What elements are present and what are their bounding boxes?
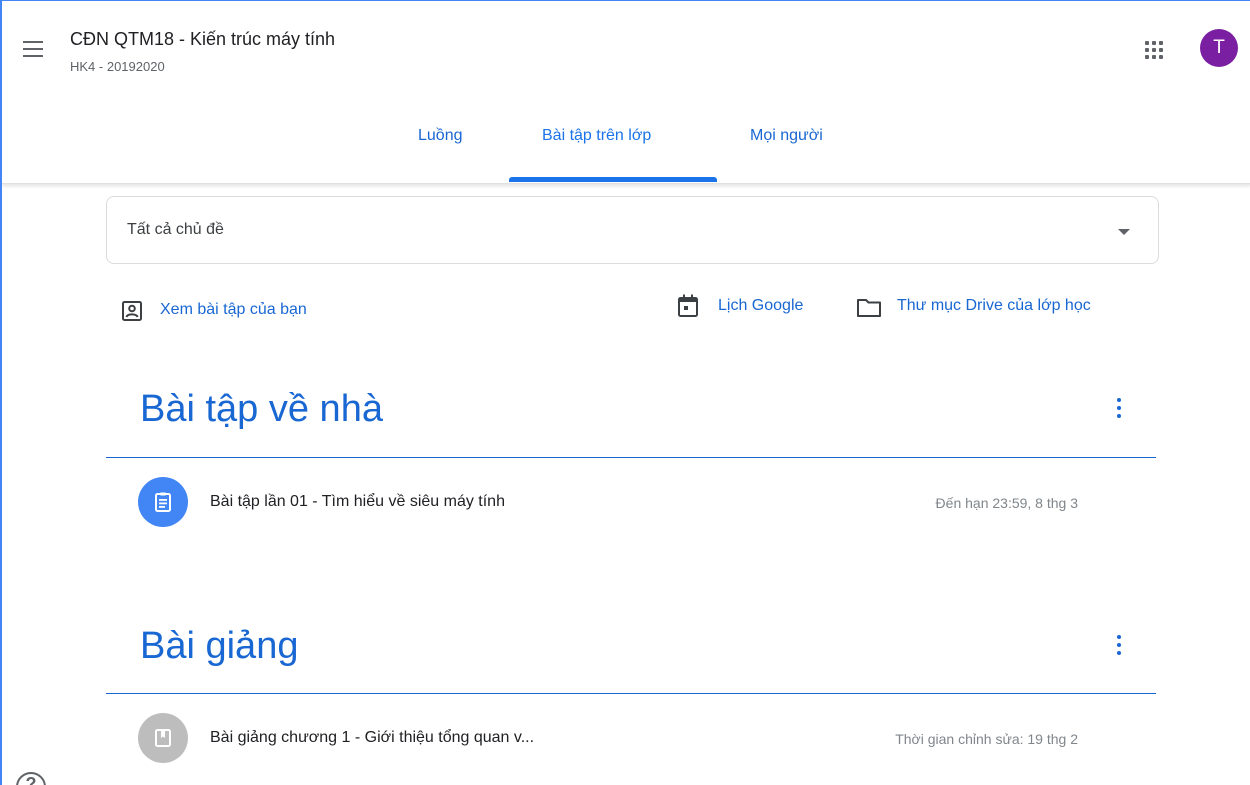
topic-title-homework: Bài tập về nhà: [140, 388, 383, 430]
topic-filter-select[interactable]: Tất cả chủ đề: [106, 196, 1159, 264]
tab-classwork[interactable]: Bài tập trên lớp: [542, 127, 651, 145]
google-apps-icon[interactable]: [1140, 36, 1170, 66]
dropdown-arrow-icon: [1118, 229, 1130, 235]
topic-title-lectures: Bài giảng: [140, 625, 299, 667]
classwork-item[interactable]: Bài tập lần 01 - Tìm hiểu về siêu máy tí…: [106, 469, 1156, 533]
classwork-item[interactable]: Bài giảng chương 1 - Giới thiệu tổng qua…: [106, 705, 1156, 769]
main-menu-icon[interactable]: [14, 31, 50, 67]
account-avatar[interactable]: T: [1200, 29, 1238, 67]
calendar-icon[interactable]: [676, 293, 700, 319]
topic-more-options-icon[interactable]: [1107, 631, 1131, 661]
class-tabs: Luồng Bài tập trên lớp Mọi người: [2, 119, 1250, 183]
app-frame: CĐN QTM18 - Kiến trúc máy tính HK4 - 201…: [0, 0, 1250, 785]
class-title[interactable]: CĐN QTM18 - Kiến trúc máy tính: [70, 29, 335, 50]
topic-more-options-icon[interactable]: [1107, 394, 1131, 424]
assignment-icon: [138, 477, 188, 527]
view-your-work-link[interactable]: Xem bài tập của bạn: [160, 301, 307, 319]
classwork-item-due: Đến hạn 23:59, 8 thg 3: [935, 495, 1078, 511]
classwork-item-edited: Thời gian chỉnh sửa: 19 thg 2: [895, 731, 1078, 747]
tab-people[interactable]: Mọi người: [750, 127, 823, 145]
active-tab-indicator: [509, 177, 717, 182]
assignment-ind-icon[interactable]: [120, 299, 144, 323]
folder-icon[interactable]: [855, 295, 883, 319]
google-calendar-link[interactable]: Lịch Google: [718, 297, 803, 315]
class-header: CĐN QTM18 - Kiến trúc máy tính HK4 - 201…: [2, 1, 1250, 184]
class-drive-folder-link[interactable]: Thư mục Drive của lớp học: [897, 297, 1091, 315]
class-section: HK4 - 20192020: [70, 59, 165, 74]
topic-filter-value: Tất cả chủ đề: [127, 221, 224, 238]
classwork-item-title: Bài tập lần 01 - Tìm hiểu về siêu máy tí…: [210, 493, 505, 510]
tab-stream[interactable]: Luồng: [418, 127, 463, 145]
material-icon: [138, 713, 188, 763]
topic-divider: [106, 457, 1156, 458]
classwork-item-title: Bài giảng chương 1 - Giới thiệu tổng qua…: [210, 729, 535, 746]
topic-divider: [106, 693, 1156, 694]
help-icon[interactable]: ?: [16, 772, 46, 785]
